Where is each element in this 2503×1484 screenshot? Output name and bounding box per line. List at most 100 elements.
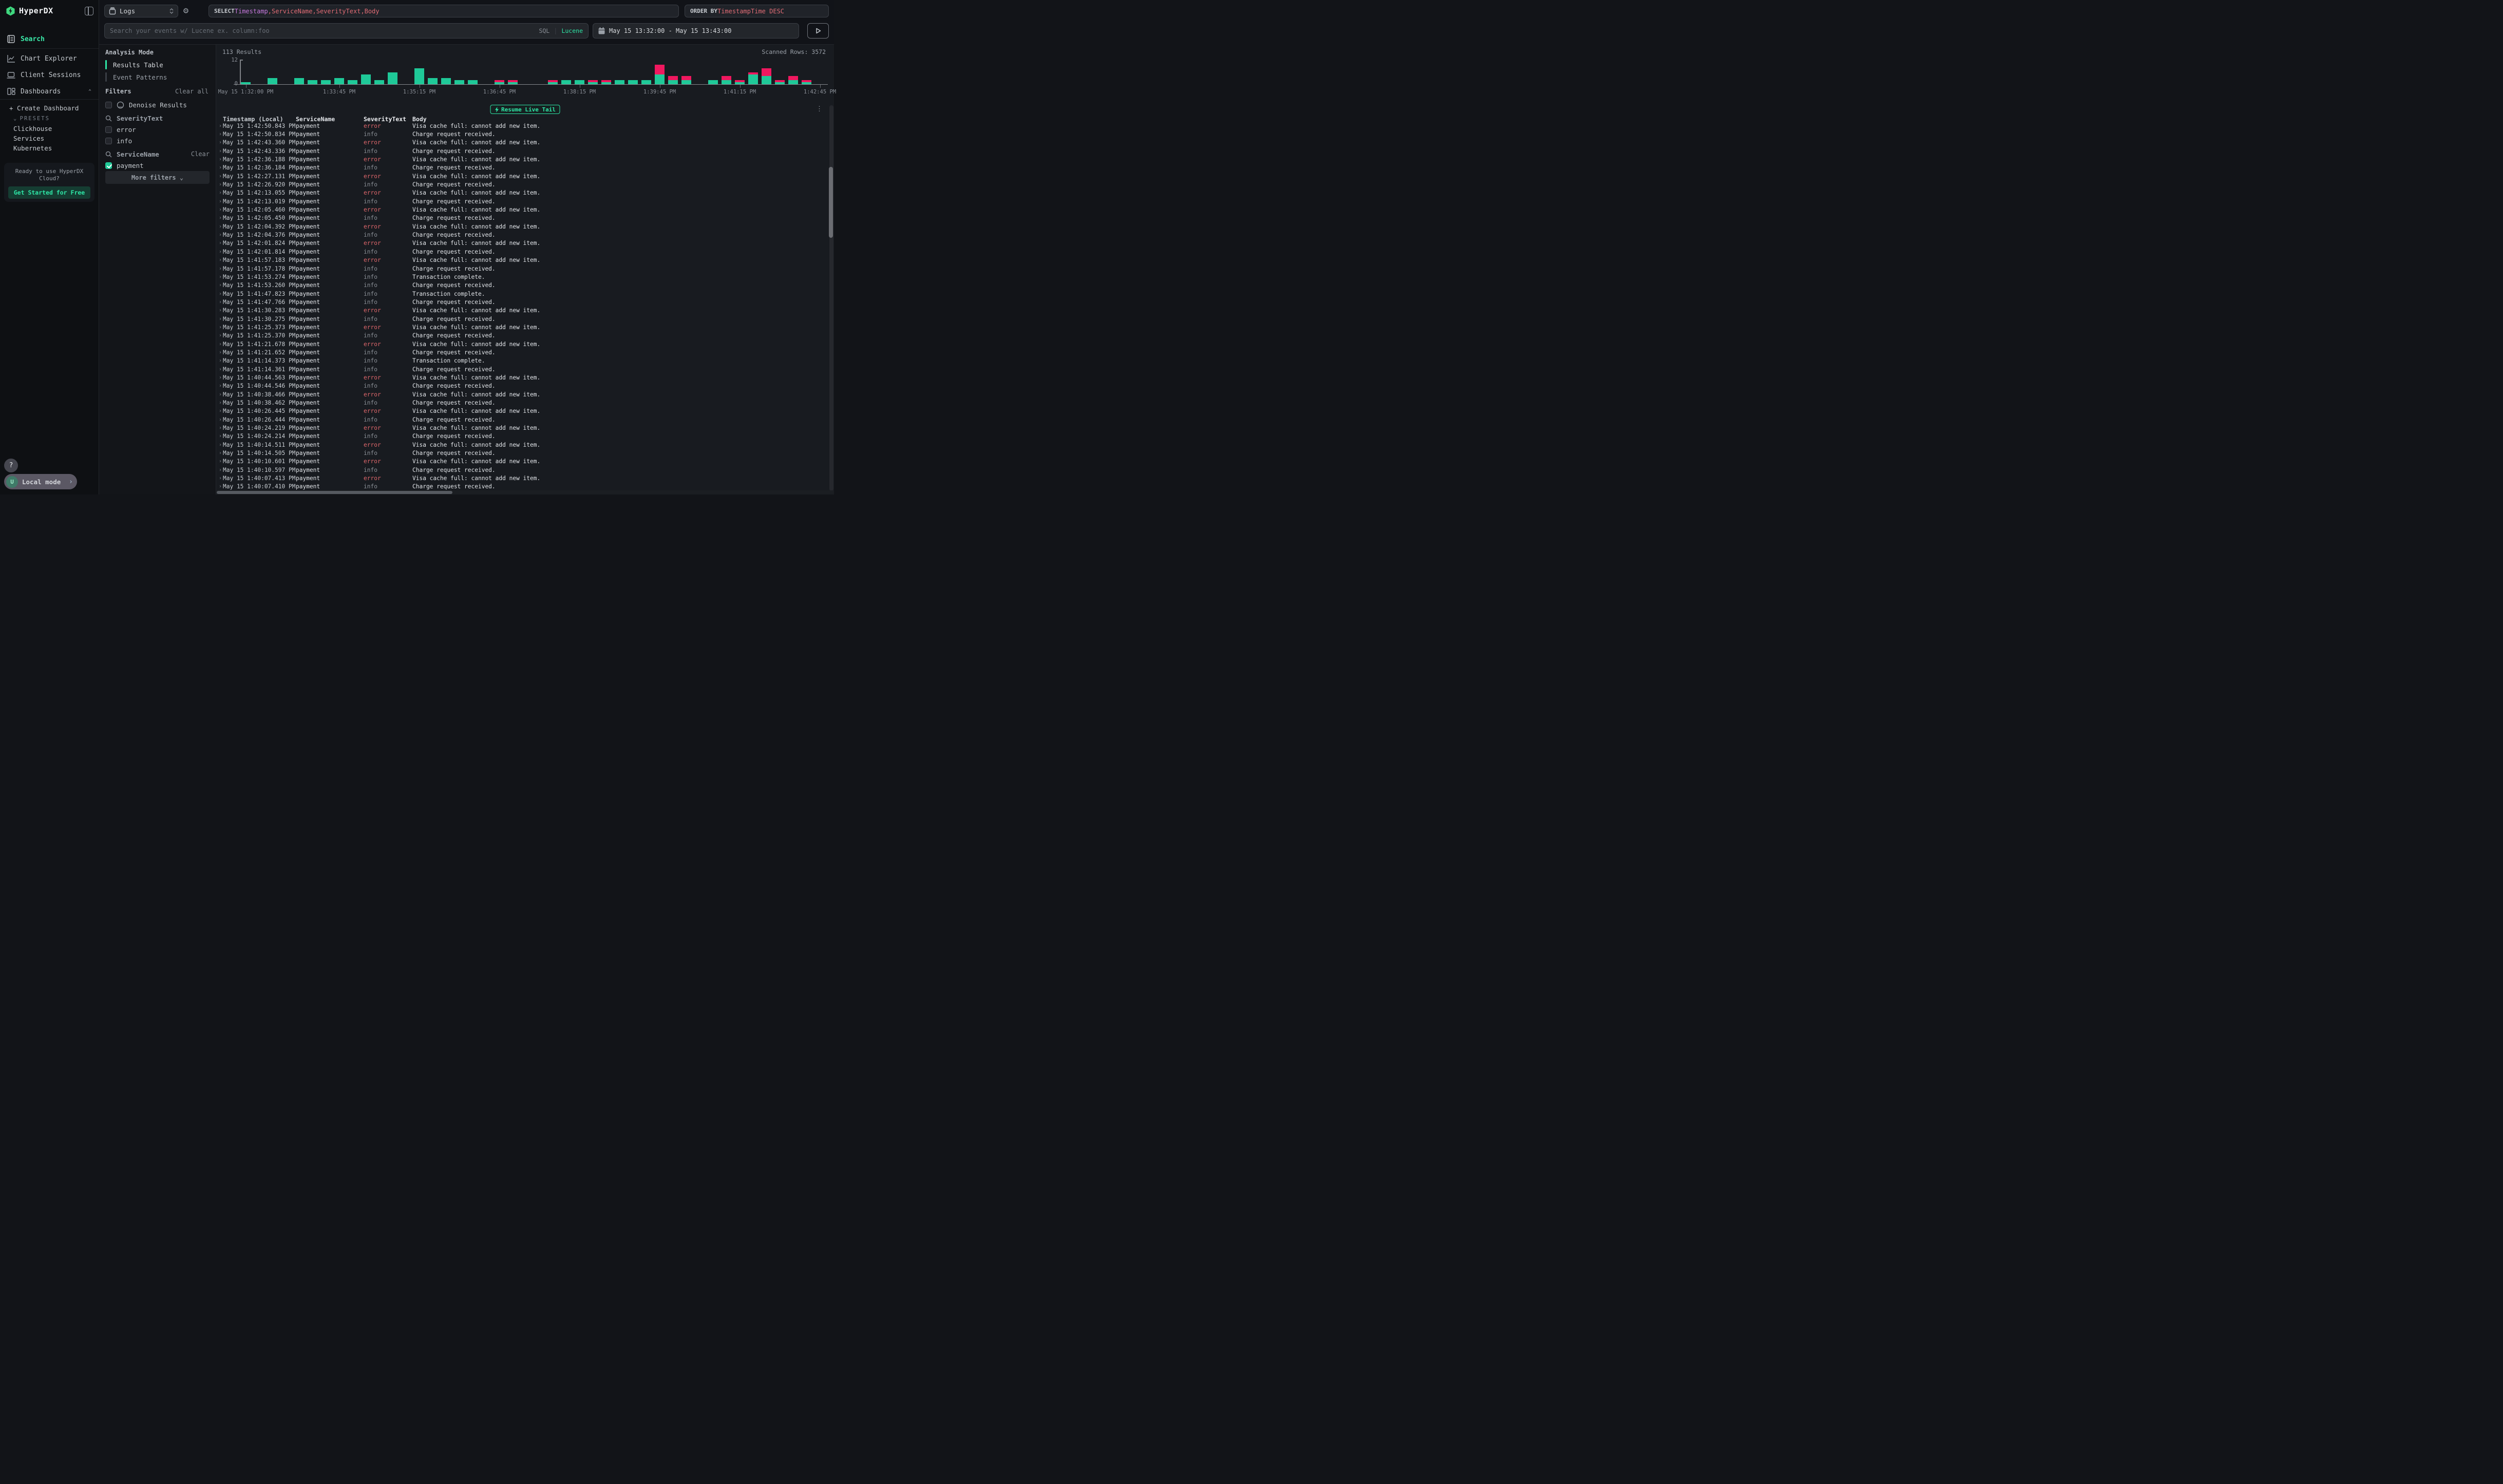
histogram-bar[interactable]: [388, 72, 397, 84]
row-expand-chevron-icon[interactable]: ›: [216, 375, 223, 380]
table-row[interactable]: ›May 15 1:41:30.283 PMpaymenterrorVisa c…: [216, 307, 822, 315]
histogram-bar[interactable]: [495, 80, 504, 84]
row-expand-chevron-icon[interactable]: ›: [216, 367, 223, 372]
resume-live-tail-button[interactable]: Resume Live Tail: [490, 105, 560, 114]
run-query-button[interactable]: [807, 23, 829, 39]
histogram-bar[interactable]: [334, 78, 344, 84]
row-expand-chevron-icon[interactable]: ›: [216, 350, 223, 355]
source-select[interactable]: Logs: [104, 5, 178, 17]
table-row[interactable]: ›May 15 1:41:30.275 PMpaymentinfoCharge …: [216, 315, 822, 323]
clear-group-button[interactable]: Clear: [191, 150, 210, 158]
clear-all-filters-button[interactable]: Clear all: [175, 88, 208, 95]
histogram-bar[interactable]: [615, 80, 624, 84]
checkbox-info[interactable]: [105, 138, 112, 144]
histogram-bar[interactable]: [561, 80, 571, 84]
table-row[interactable]: ›May 15 1:42:36.188 PMpaymenterrorVisa c…: [216, 155, 822, 163]
row-expand-chevron-icon[interactable]: ›: [216, 417, 223, 423]
filter-option-info[interactable]: info: [105, 136, 210, 145]
table-row[interactable]: ›May 15 1:41:47.823 PMpaymentinfoTransac…: [216, 290, 822, 298]
table-row[interactable]: ›May 15 1:40:26.444 PMpaymentinfoCharge …: [216, 415, 822, 424]
row-expand-chevron-icon[interactable]: ›: [216, 165, 223, 170]
gear-icon[interactable]: ⚙: [181, 5, 191, 16]
row-expand-chevron-icon[interactable]: ›: [216, 325, 223, 330]
vertical-scrollbar[interactable]: [829, 105, 833, 491]
table-row[interactable]: ›May 15 1:41:21.678 PMpaymenterrorVisa c…: [216, 340, 822, 348]
histogram-bar[interactable]: [641, 80, 651, 84]
histogram-bar[interactable]: [655, 65, 665, 84]
table-row[interactable]: ›May 15 1:40:44.546 PMpaymentinfoCharge …: [216, 382, 822, 390]
row-expand-chevron-icon[interactable]: ›: [216, 299, 223, 305]
row-expand-chevron-icon[interactable]: ›: [216, 433, 223, 439]
histogram-bar[interactable]: [762, 68, 771, 84]
table-row[interactable]: ›May 15 1:42:50.843 PMpaymenterrorVisa c…: [216, 122, 822, 130]
histogram-bar[interactable]: [775, 80, 785, 84]
table-row[interactable]: ›May 15 1:42:05.460 PMpaymenterrorVisa c…: [216, 205, 822, 214]
filter-option-payment[interactable]: payment: [105, 161, 210, 170]
row-expand-chevron-icon[interactable]: ›: [216, 257, 223, 263]
histogram-bar[interactable]: [441, 78, 451, 84]
create-dashboard-button[interactable]: + Create Dashboard: [9, 104, 79, 112]
histogram-bar[interactable]: [735, 80, 745, 84]
histogram-bar[interactable]: [788, 76, 798, 84]
table-row[interactable]: ›May 15 1:41:25.370 PMpaymentinfoCharge …: [216, 332, 822, 340]
histogram-bar[interactable]: [588, 80, 598, 84]
row-expand-chevron-icon[interactable]: ›: [216, 131, 223, 137]
histogram-bar[interactable]: [268, 78, 277, 84]
table-row[interactable]: ›May 15 1:40:44.563 PMpaymenterrorVisa c…: [216, 373, 822, 382]
preset-item-kubernetes[interactable]: Kubernetes: [13, 144, 52, 152]
row-expand-chevron-icon[interactable]: ›: [216, 291, 223, 297]
row-expand-chevron-icon[interactable]: ›: [216, 232, 223, 238]
histogram-bar[interactable]: [468, 80, 478, 84]
row-expand-chevron-icon[interactable]: ›: [216, 442, 223, 448]
table-row[interactable]: ›May 15 1:40:26.445 PMpaymenterrorVisa c…: [216, 407, 822, 415]
denoise-results-option[interactable]: Denoise Results: [105, 100, 210, 109]
row-expand-chevron-icon[interactable]: ›: [216, 282, 223, 288]
row-expand-chevron-icon[interactable]: ›: [216, 240, 223, 246]
table-row[interactable]: ›May 15 1:40:10.601 PMpaymenterrorVisa c…: [216, 458, 822, 466]
horizontal-scrollbar-thumb[interactable]: [217, 491, 452, 494]
row-expand-chevron-icon[interactable]: ›: [216, 383, 223, 389]
histogram-bar[interactable]: [321, 80, 331, 84]
table-row[interactable]: ›May 15 1:41:14.373 PMpaymentinfoTransac…: [216, 357, 822, 365]
table-row[interactable]: ›May 15 1:42:50.834 PMpaymentinfoCharge …: [216, 130, 822, 138]
filter-option-error[interactable]: error: [105, 125, 210, 134]
table-row[interactable]: ›May 15 1:41:14.361 PMpaymentinfoCharge …: [216, 365, 822, 373]
row-expand-chevron-icon[interactable]: ›: [216, 400, 223, 406]
histogram-bar[interactable]: [575, 80, 584, 84]
sidebar-item-client-sessions[interactable]: Client Sessions: [0, 68, 99, 82]
table-row[interactable]: ›May 15 1:40:38.466 PMpaymenterrorVisa c…: [216, 390, 822, 398]
row-expand-chevron-icon[interactable]: ›: [216, 475, 223, 481]
denoise-checkbox[interactable]: [105, 102, 112, 108]
table-row[interactable]: ›May 15 1:41:53.274 PMpaymentinfoTransac…: [216, 273, 822, 281]
help-button[interactable]: ?: [4, 459, 18, 472]
table-row[interactable]: ›May 15 1:40:14.505 PMpaymentinfoCharge …: [216, 449, 822, 457]
table-row[interactable]: ›May 15 1:42:36.184 PMpaymentinfoCharge …: [216, 164, 822, 172]
histogram-bar[interactable]: [374, 80, 384, 84]
histogram-bar[interactable]: [681, 76, 691, 84]
histogram-bar[interactable]: [308, 80, 317, 84]
row-expand-chevron-icon[interactable]: ›: [216, 358, 223, 364]
histogram-bar[interactable]: [802, 80, 811, 84]
row-expand-chevron-icon[interactable]: ›: [216, 308, 223, 313]
mode-event-patterns[interactable]: Event Patterns: [105, 71, 210, 83]
row-expand-chevron-icon[interactable]: ›: [216, 249, 223, 255]
histogram-bar[interactable]: [508, 80, 518, 84]
table-row[interactable]: ›May 15 1:40:07.413 PMpaymenterrorVisa c…: [216, 474, 822, 482]
horizontal-scrollbar[interactable]: [216, 490, 834, 494]
histogram-plot[interactable]: [241, 61, 828, 84]
order-by-editor[interactable]: ORDER BY TimestampTime DESC: [685, 5, 829, 17]
row-expand-chevron-icon[interactable]: ›: [216, 341, 223, 347]
table-row[interactable]: ›May 15 1:42:13.055 PMpaymenterrorVisa c…: [216, 189, 822, 197]
histogram-bar[interactable]: [722, 76, 731, 84]
table-row[interactable]: ›May 15 1:40:07.410 PMpaymentinfoCharge …: [216, 483, 822, 490]
table-row[interactable]: ›May 15 1:41:47.766 PMpaymentinfoCharge …: [216, 298, 822, 306]
histogram-bar[interactable]: [348, 80, 357, 84]
sidebar-item-dashboards[interactable]: Dashboards ⌃: [0, 84, 99, 99]
table-row[interactable]: ›May 15 1:42:26.920 PMpaymentinfoCharge …: [216, 180, 822, 188]
histogram-bar[interactable]: [628, 80, 638, 84]
histogram-bar[interactable]: [548, 80, 558, 84]
preset-item-clickhouse[interactable]: Clickhouse: [13, 125, 52, 132]
histogram-bar[interactable]: [708, 80, 718, 84]
table-row[interactable]: ›May 15 1:42:01.814 PMpaymentinfoCharge …: [216, 248, 822, 256]
row-expand-chevron-icon[interactable]: ›: [216, 408, 223, 414]
